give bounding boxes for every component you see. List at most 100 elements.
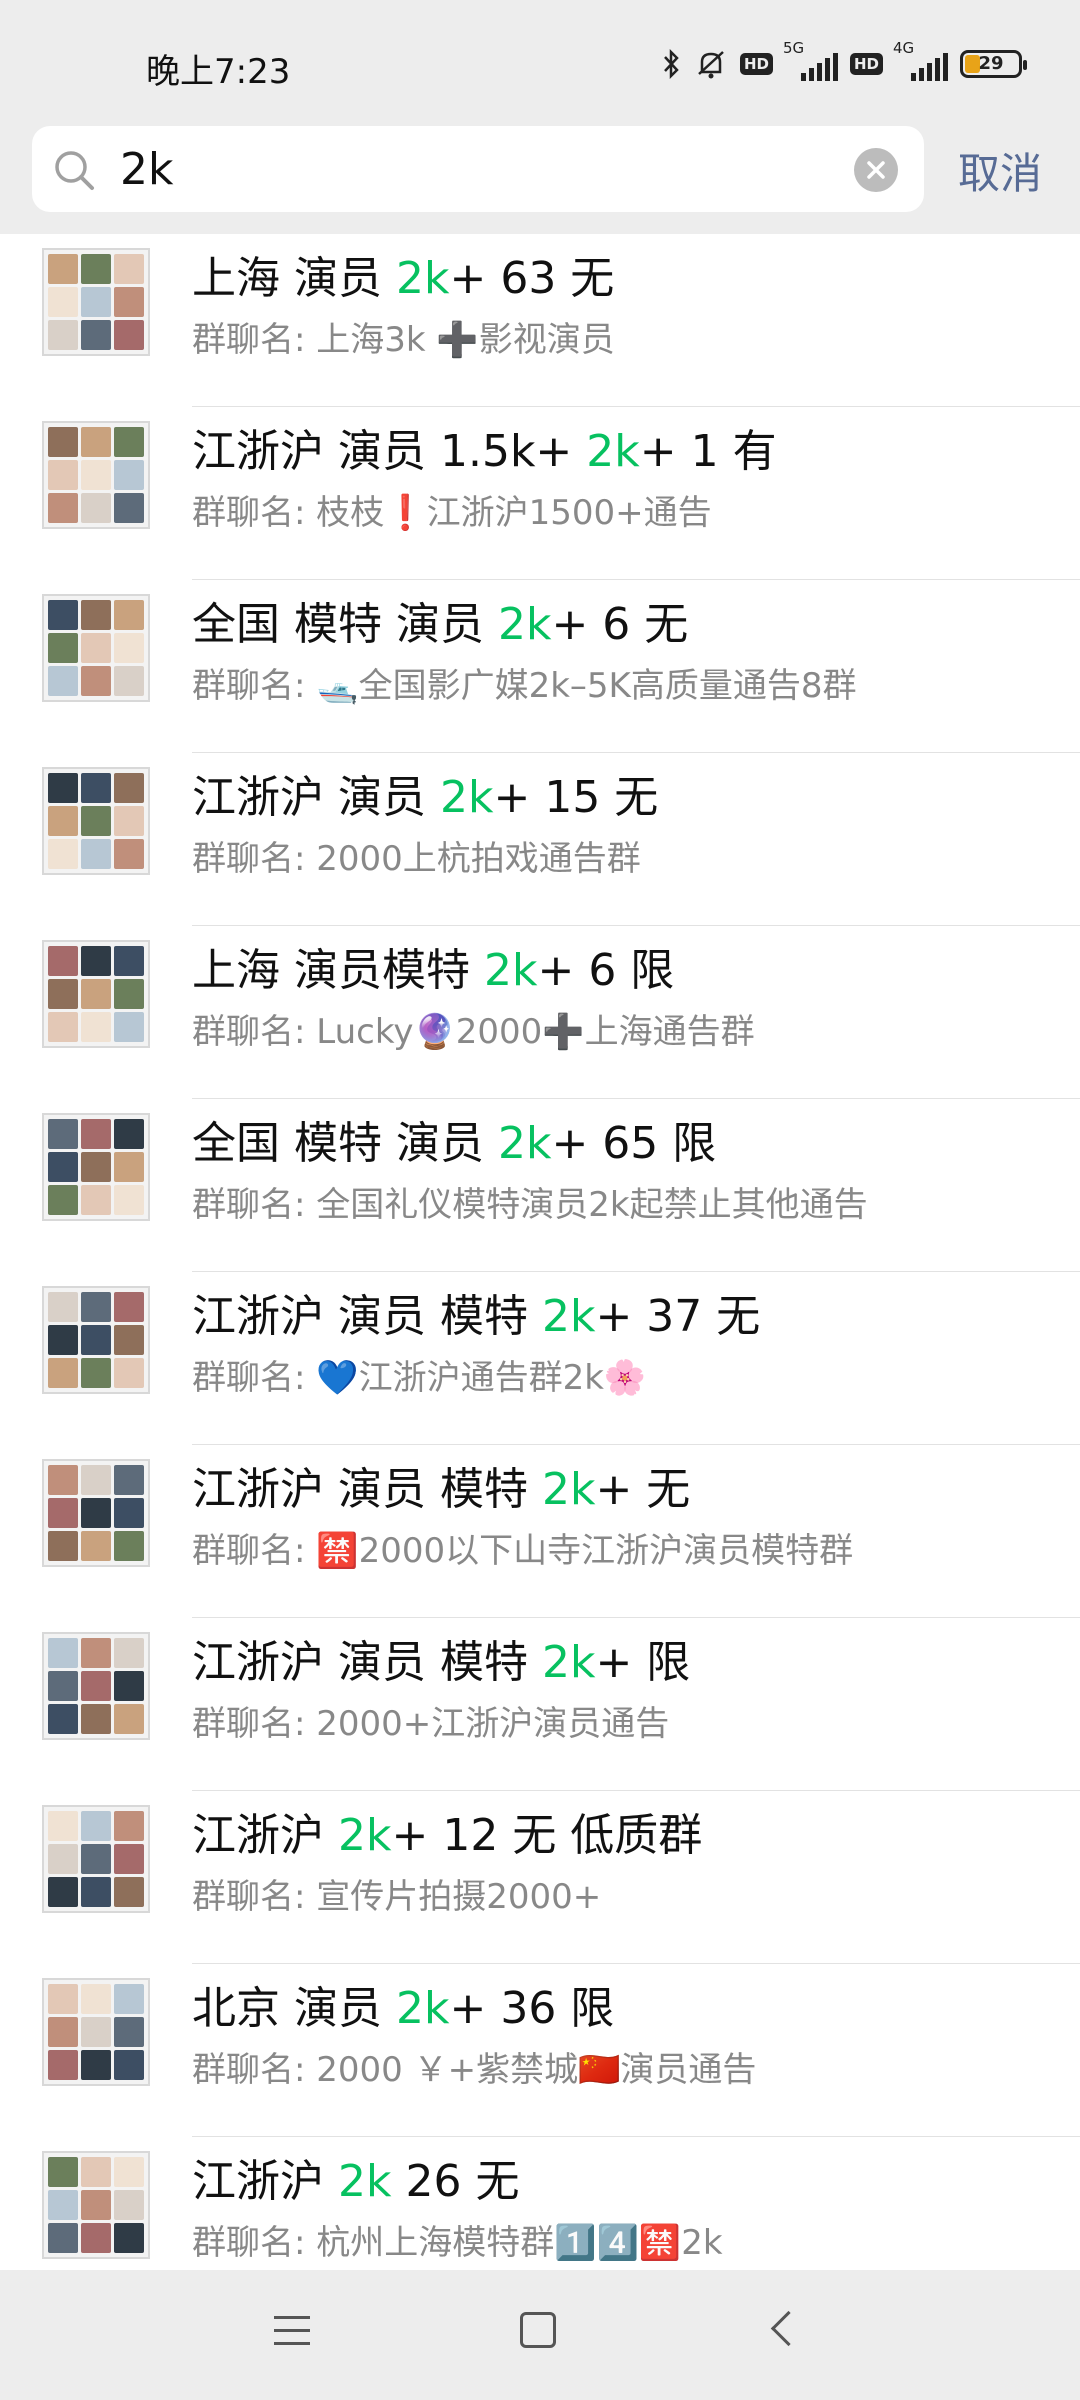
title-prefix: 江浙沪 演员 1.5k+ [192, 426, 587, 477]
title-prefix: 全国 模特 演员 [192, 599, 498, 650]
title-prefix: 江浙沪 演员 [192, 772, 440, 823]
result-subtitle: 群聊名: 2000上杭拍戏通告群 [192, 839, 641, 879]
title-suffix: + 6 无 [551, 599, 689, 650]
group-avatar [42, 1113, 150, 1221]
title-prefix: 北京 演员 [192, 1983, 396, 2034]
result-subtitle: 群聊名: 杭州上海模特群1️⃣4️⃣🈲2k [192, 2223, 723, 2263]
result-title: 北京 演员 2k+ 36 限 [192, 1972, 614, 2036]
status-icons: HD 5G HD 4G 29 [662, 39, 1027, 84]
result-title: 江浙沪 演员 2k+ 15 无 [192, 761, 658, 825]
result-subtitle: 群聊名: 宣传片拍摄2000+ [192, 1877, 602, 1917]
list-item[interactable]: 江浙沪 2k+ 12 无 低质群 群聊名: 宣传片拍摄2000+ [0, 1791, 1080, 1964]
title-keyword: 2k [497, 1118, 552, 1169]
title-keyword: 2k [497, 599, 552, 650]
group-avatar [42, 594, 150, 702]
list-item[interactable]: 全国 模特 演员 2k+ 65 限群聊名: 全国礼仪模特演员2k起禁止其他通告 [0, 1099, 1080, 1272]
bluetooth-icon [662, 48, 682, 80]
title-keyword: 2k [541, 1637, 596, 1688]
list-item[interactable]: 江浙沪 演员 模特 2k+ 无群聊名: 🈲2000以下山寺江浙沪演员模特群 [0, 1445, 1080, 1618]
result-list: 上海 演员 2k+ 63 无群聊名: 上海3k ➕影视演员 江浙沪 演员 1.5k… [0, 234, 1080, 2270]
result-subtitle: 群聊名: 全国礼仪模特演员2k起禁止其他通告 [192, 1185, 868, 1225]
result-subtitle: 群聊名: 上海3k ➕影视演员 [192, 320, 615, 360]
group-avatar [42, 421, 150, 529]
menu-icon[interactable] [274, 2316, 310, 2348]
result-title: 上海 演员 2k+ 63 无 [192, 242, 614, 306]
signal-4g-icon: 4G [893, 39, 948, 81]
back-icon[interactable] [770, 2310, 807, 2347]
result-subtitle: 群聊名: 💙江浙沪通告群2k🌸 [192, 1358, 647, 1398]
result-title: 江浙沪 演员 1.5k+ 2k+ 1 有 [192, 415, 777, 479]
hd-icon-2: HD [849, 53, 883, 75]
search-bar [32, 126, 924, 212]
result-subtitle: 群聊名: 🛥️全国影广媒2k–5K高质量通告8群 [192, 666, 857, 706]
title-keyword: 2k [541, 1291, 596, 1342]
signal-5g-icon: 5G [783, 39, 838, 81]
title-suffix: + 6 限 [537, 945, 675, 996]
title-prefix: 江浙沪 演员 模特 [192, 1291, 542, 1342]
title-prefix: 上海 演员模特 [192, 945, 484, 996]
title-suffix: + 无 [595, 1464, 691, 1515]
title-suffix: + 限 [595, 1637, 691, 1688]
title-suffix: 26 无 [391, 2156, 520, 2207]
hd-icon: HD [739, 53, 773, 75]
title-prefix: 全国 模特 演员 [192, 1118, 498, 1169]
title-prefix: 江浙沪 [192, 1810, 338, 1861]
search-input[interactable] [120, 140, 840, 198]
home-icon[interactable] [520, 2312, 556, 2348]
list-item[interactable]: 北京 演员 2k+ 36 限群聊名: 2000 ￥+紫禁城🇨🇳演员通告 [0, 1964, 1080, 2137]
result-title: 全国 模特 演员 2k+ 65 限 [192, 1107, 716, 1171]
list-item[interactable]: 江浙沪 演员 模特 2k+ 37 无群聊名: 💙江浙沪通告群2k🌸 [0, 1272, 1080, 1445]
result-title: 江浙沪 演员 模特 2k+ 37 无 [192, 1280, 760, 1344]
list-item[interactable]: 上海 演员 2k+ 63 无群聊名: 上海3k ➕影视演员 [0, 234, 1080, 407]
title-suffix: + 1 有 [639, 426, 777, 477]
title-prefix: 江浙沪 演员 模特 [192, 1464, 542, 1515]
group-avatar [42, 248, 150, 356]
title-prefix: 上海 演员 [192, 253, 396, 304]
title-keyword: 2k [439, 772, 494, 823]
list-item[interactable]: 上海 演员模特 2k+ 6 限群聊名: Lucky🔮2000➕上海通告群 [0, 926, 1080, 1099]
cancel-button[interactable]: 取消 [958, 140, 1042, 201]
group-avatar [42, 1805, 150, 1913]
search-icon [55, 151, 94, 190]
result-title: 上海 演员模特 2k+ 6 限 [192, 934, 674, 998]
list-item[interactable]: 江浙沪 演员 1.5k+ 2k+ 1 有群聊名: 枝枝❗江浙沪1500+通告 [0, 407, 1080, 580]
result-subtitle: 群聊名: 2000+江浙沪演员通告 [192, 1704, 670, 1744]
title-keyword: 2k [395, 253, 450, 304]
title-prefix: 江浙沪 演员 模特 [192, 1637, 542, 1688]
group-avatar [42, 767, 150, 875]
result-subtitle: 群聊名: Lucky🔮2000➕上海通告群 [192, 1012, 755, 1052]
result-title: 江浙沪 2k 26 无 [192, 2145, 519, 2209]
list-item[interactable]: 全国 模特 演员 2k+ 6 无群聊名: 🛥️全国影广媒2k–5K高质量通告8群 [0, 580, 1080, 753]
result-title: 全国 模特 演员 2k+ 6 无 [192, 588, 688, 652]
group-avatar [42, 1459, 150, 1567]
title-prefix: 江浙沪 [192, 2156, 338, 2207]
mute-bell-icon [694, 48, 728, 80]
nav-bar [0, 2270, 1080, 2400]
title-keyword: 2k [483, 945, 538, 996]
list-item[interactable]: 江浙沪 演员 模特 2k+ 限群聊名: 2000+江浙沪演员通告 [0, 1618, 1080, 1791]
result-subtitle: 群聊名: 2000 ￥+紫禁城🇨🇳演员通告 [192, 2050, 757, 2090]
title-suffix: + 37 无 [595, 1291, 761, 1342]
battery-icon: 29 [960, 50, 1027, 78]
list-item[interactable]: 江浙沪 2k 26 无群聊名: 杭州上海模特群1️⃣4️⃣🈲2k [0, 2137, 1080, 2270]
title-suffix: + 15 无 [493, 772, 659, 823]
title-keyword: 2k [541, 1464, 596, 1515]
group-avatar [42, 1978, 150, 2086]
title-suffix: + 65 限 [551, 1118, 717, 1169]
result-title: 江浙沪 演员 模特 2k+ 限 [192, 1626, 690, 1690]
group-avatar [42, 1286, 150, 1394]
group-avatar [42, 1632, 150, 1740]
result-subtitle: 群聊名: 枝枝❗江浙沪1500+通告 [192, 493, 712, 533]
status-bar: 晚上7:23 HD 5G HD 4G 29 [0, 0, 1080, 120]
status-time: 晚上7:23 [146, 52, 291, 92]
list-item[interactable]: 江浙沪 演员 2k+ 15 无群聊名: 2000上杭拍戏通告群 [0, 753, 1080, 926]
result-subtitle: 群聊名: 🈲2000以下山寺江浙沪演员模特群 [192, 1531, 854, 1571]
title-keyword: 2k [395, 1983, 450, 2034]
group-avatar [42, 940, 150, 1048]
title-keyword: 2k [338, 2156, 392, 2207]
group-avatar [42, 2151, 150, 2259]
title-suffix: + 36 限 [449, 1983, 615, 2034]
title-suffix: + 63 无 [449, 253, 615, 304]
clear-icon[interactable] [854, 148, 898, 192]
title-keyword: 2k [586, 426, 640, 477]
